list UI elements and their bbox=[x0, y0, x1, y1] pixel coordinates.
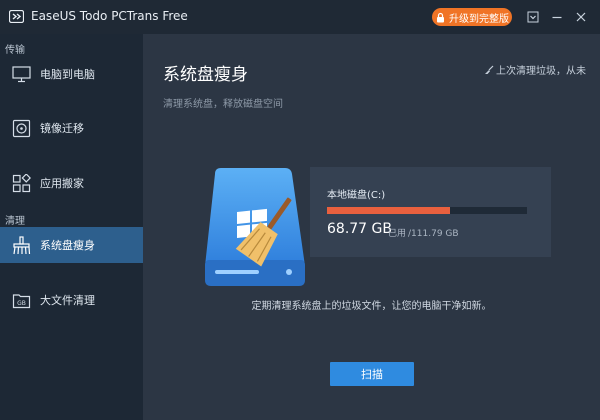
minimize-button[interactable] bbox=[548, 8, 566, 26]
scan-button[interactable]: 扫描 bbox=[330, 362, 414, 386]
title-bar: EaseUS Todo PCTrans Free 升级到完整版 bbox=[0, 0, 600, 34]
disk-image-icon bbox=[12, 119, 31, 137]
description-text: 定期清理系统盘上的垃圾文件，让您的电脑干净如新。 bbox=[251, 301, 492, 312]
page-title: 系统盘瘦身 bbox=[163, 65, 248, 85]
broom-small-icon bbox=[485, 65, 494, 74]
close-button[interactable] bbox=[572, 8, 590, 26]
sidebar-item-system-slim[interactable]: 系统盘瘦身 bbox=[0, 227, 143, 263]
disk-card[interactable]: 本地磁盘(C:) 68.77 GB 已用/111.79 GB bbox=[310, 167, 551, 257]
monitor-icon bbox=[12, 65, 31, 82]
sidebar-item-label: 大文件清理 bbox=[40, 294, 95, 307]
sidebar-item-pc-to-pc[interactable]: 电脑到电脑 bbox=[0, 56, 143, 92]
sidebar-item-label: 镜像迁移 bbox=[40, 122, 84, 135]
drive-cleanup-illustration-icon bbox=[205, 168, 305, 286]
page-subtitle: 清理系统盘，释放磁盘空间 bbox=[163, 99, 283, 110]
broom-icon bbox=[13, 235, 31, 254]
last-clean-text: 上次清理垃圾，从未 bbox=[496, 66, 586, 77]
sidebar-item-label: 电脑到电脑 bbox=[40, 68, 95, 81]
disk-total-value: /111.79 GB bbox=[408, 229, 459, 239]
sidebar-item-label: 应用搬家 bbox=[40, 177, 84, 190]
disk-used-value: 68.77 GB bbox=[327, 221, 392, 237]
lock-icon bbox=[437, 12, 444, 22]
sidebar-item-label: 系统盘瘦身 bbox=[40, 239, 95, 252]
sidebar: 传输 电脑到电脑 镜像迁移 应用搬家 清理 系统盘瘦身 GB 大文件清理 bbox=[0, 34, 143, 420]
disk-capacity-text: 已用/111.79 GB bbox=[388, 226, 461, 239]
svg-text:GB: GB bbox=[17, 300, 26, 307]
main-panel: 系统盘瘦身 清理系统盘，释放磁盘空间 上次清理垃圾，从未 本地磁盘(C:) 68… bbox=[143, 34, 600, 420]
disk-usage-fill bbox=[327, 207, 450, 214]
disk-name: 本地磁盘(C:) bbox=[327, 190, 386, 201]
app-title: EaseUS Todo PCTrans Free bbox=[31, 9, 188, 23]
sidebar-item-image-migration[interactable]: 镜像迁移 bbox=[0, 110, 143, 146]
section-label-transfer: 传输 bbox=[5, 45, 25, 56]
close-icon bbox=[576, 12, 586, 22]
disk-usage-bar bbox=[327, 207, 527, 214]
menu-button[interactable] bbox=[524, 8, 542, 26]
menu-down-icon bbox=[527, 11, 539, 23]
upgrade-label: 升级到完整版 bbox=[449, 13, 509, 25]
minimize-icon bbox=[552, 16, 562, 19]
apps-icon bbox=[12, 173, 31, 192]
app-logo-icon bbox=[9, 10, 24, 23]
last-clean-info: 上次清理垃圾，从未 bbox=[484, 62, 586, 77]
upgrade-button[interactable]: 升级到完整版 bbox=[432, 8, 512, 26]
disk-used-label: 已用 bbox=[388, 229, 407, 239]
sidebar-item-large-file-clean[interactable]: GB 大文件清理 bbox=[0, 282, 143, 318]
section-label-clean: 清理 bbox=[5, 216, 25, 227]
gb-folder-icon: GB bbox=[12, 293, 31, 308]
sidebar-item-app-migration[interactable]: 应用搬家 bbox=[0, 165, 143, 201]
